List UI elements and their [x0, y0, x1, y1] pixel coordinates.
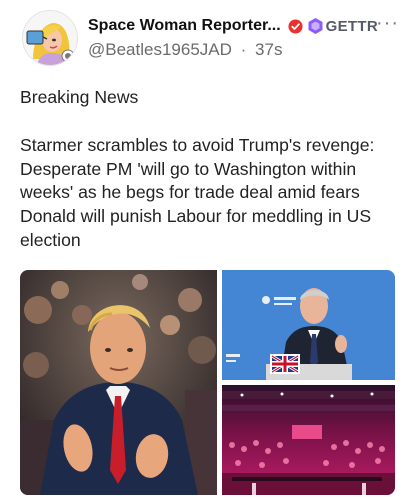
photo-starmer-at-podium-image [222, 270, 395, 380]
union-jack-flag-icon [271, 354, 299, 374]
post-headline: Starmer scrambles to avoid Trump's reven… [20, 134, 375, 250]
photo-convention-crowd-image [222, 385, 395, 495]
media-photo-2[interactable] [222, 270, 395, 380]
media-photo-3[interactable] [222, 385, 395, 495]
author-avatar[interactable] [22, 10, 78, 66]
author-name-line: Space Woman Reporter... GETTR [88, 15, 378, 37]
photo-trump-at-rally-image [20, 270, 217, 495]
more-options-icon[interactable]: ··· [376, 12, 399, 35]
author-display-name[interactable]: Space Woman Reporter... [88, 17, 281, 35]
media-photo-1[interactable] [20, 270, 217, 495]
media-grid [20, 270, 395, 495]
post-body: Breaking News Starmer scrambles to avoid… [20, 86, 405, 253]
avatar-cartoon-woman-image [23, 11, 77, 65]
gettr-logo-text: GETTR [325, 17, 378, 35]
post-header: Space Woman Reporter... GETTR ··· @Beatl… [0, 0, 415, 78]
author-handle[interactable]: @Beatles1965JAD [88, 40, 232, 59]
post-timestamp: 37s [255, 40, 283, 59]
author-handle-line: @Beatles1965JAD · 37s [88, 40, 282, 60]
post-label: Breaking News [20, 87, 139, 107]
verified-badge-icon [288, 18, 303, 34]
gettr-logo-icon [308, 18, 323, 34]
meta-separator: · [240, 40, 247, 59]
gettr-logo: GETTR [307, 17, 378, 35]
